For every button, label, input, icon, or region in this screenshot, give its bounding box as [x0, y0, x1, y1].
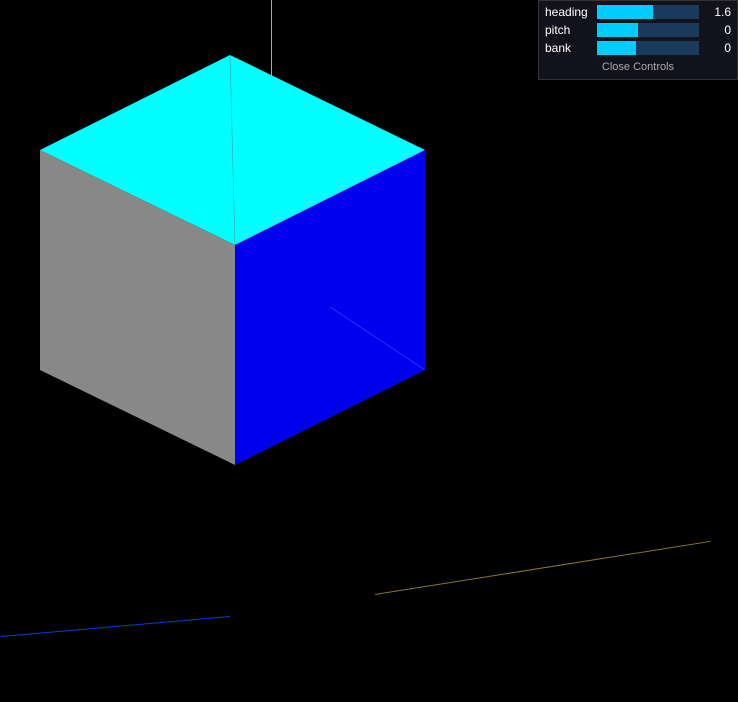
pitch-control-row: pitch 0 [545, 23, 731, 37]
close-controls-button[interactable]: Close Controls [545, 59, 731, 75]
heading-slider-fill [597, 5, 653, 19]
bank-label: bank [545, 41, 593, 55]
heading-label: heading [545, 5, 593, 19]
pitch-value: 0 [703, 23, 731, 37]
bank-value: 0 [703, 41, 731, 55]
bank-slider-fill [597, 41, 636, 55]
pitch-slider[interactable] [597, 23, 699, 37]
3d-scene: heading 1.6 pitch 0 bank 0 Close Control… [0, 0, 738, 702]
bank-control-row: bank 0 [545, 41, 731, 55]
pitch-slider-fill [597, 23, 638, 37]
x-axis-right-line [375, 541, 711, 595]
heading-control-row: heading 1.6 [545, 5, 731, 19]
bank-slider[interactable] [597, 41, 699, 55]
heading-value: 1.6 [703, 5, 731, 19]
heading-slider[interactable] [597, 5, 699, 19]
controls-panel: heading 1.6 pitch 0 bank 0 Close Control… [538, 0, 738, 80]
x-axis-left-line [1, 616, 230, 637]
pitch-label: pitch [545, 23, 593, 37]
cube-3d [35, 55, 455, 480]
